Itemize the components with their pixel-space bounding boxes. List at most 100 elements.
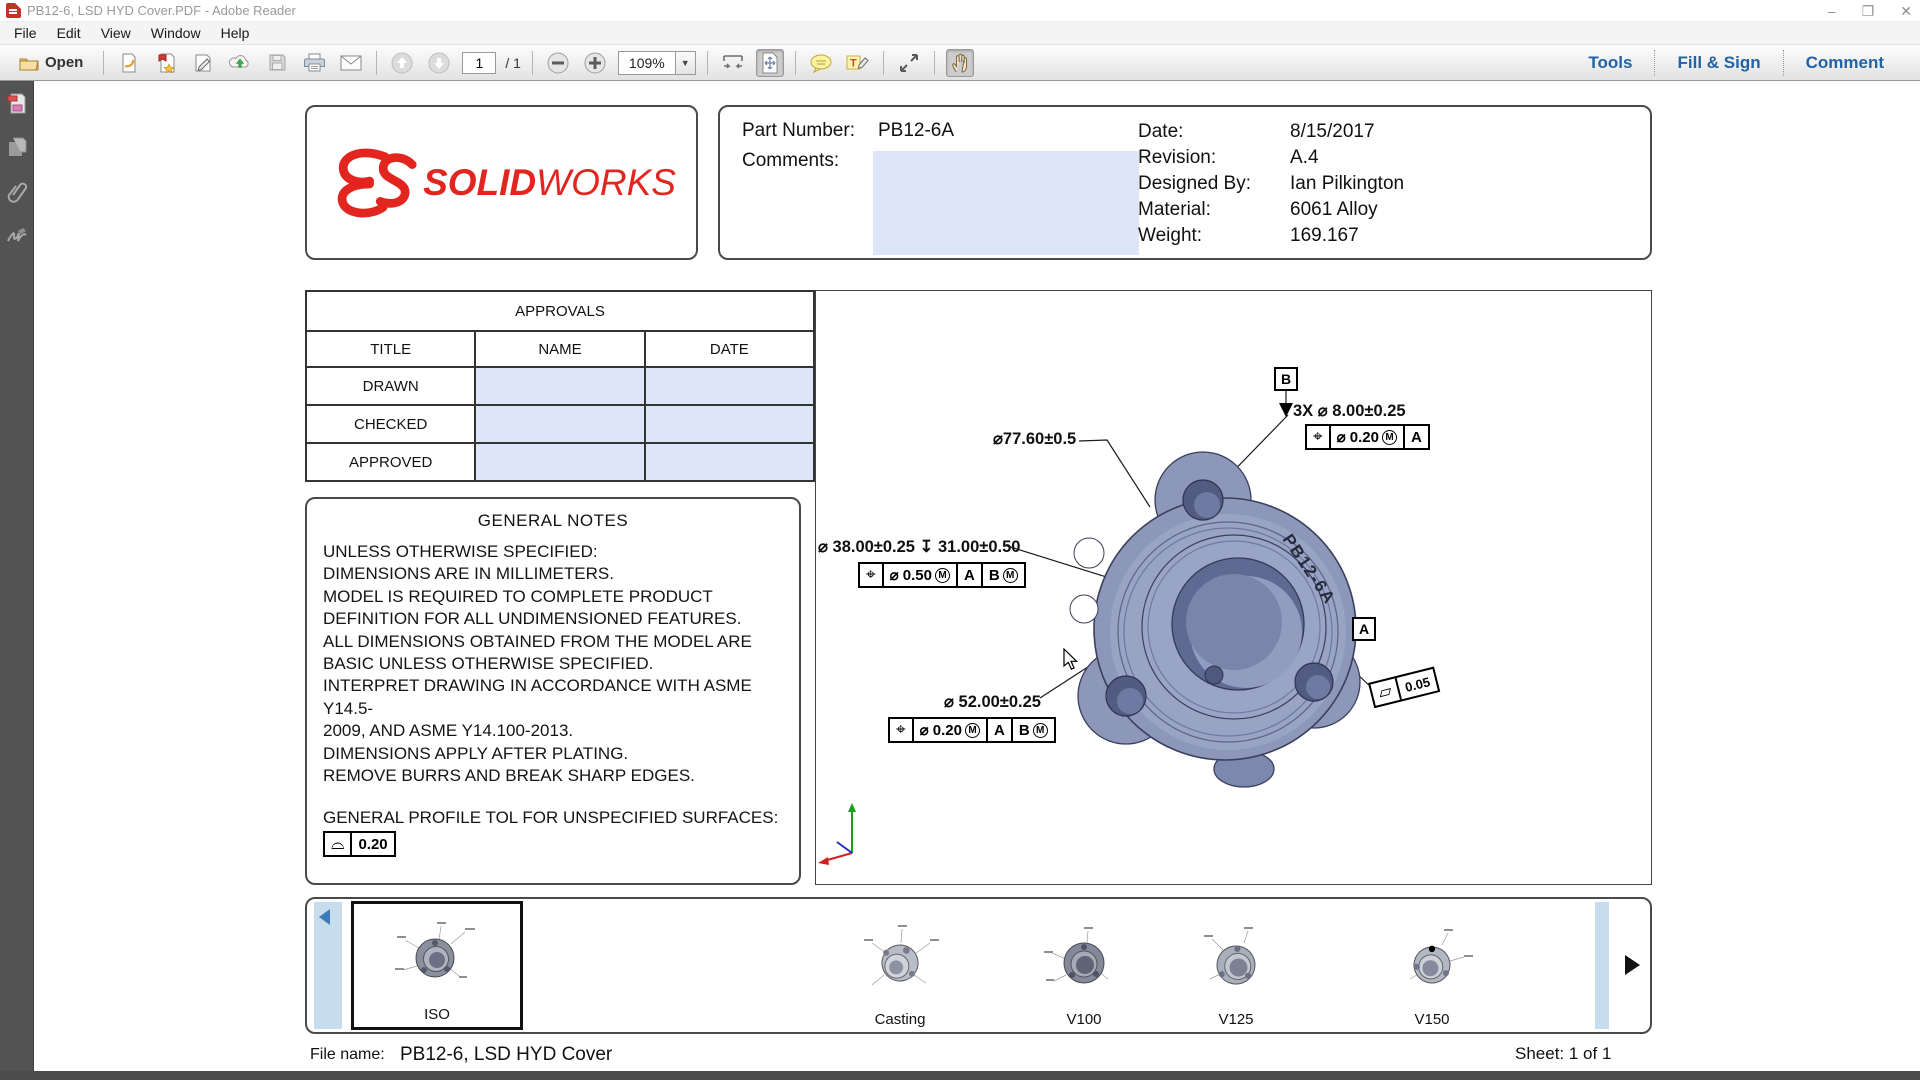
envelope-icon [340,55,362,71]
note-line: REMOVE BURRS AND BREAK SHARP EDGES. [323,765,783,787]
zoom-dropdown-arrow[interactable]: ▼ [675,52,695,74]
window-bottom-edge [0,1071,1920,1080]
part-number-label: Part Number: [742,120,855,142]
comment-panel-button[interactable]: Comment [1784,53,1906,73]
position-icon: ⌖ [890,719,914,741]
fit-width-button[interactable] [719,49,747,77]
solidworks-wordmark: SOLIDWORKS [423,162,676,204]
bookmarks-panel-icon[interactable] [6,93,28,115]
zoom-level-value: 109% [619,55,675,71]
note-line: DEFINITION FOR ALL UNDIMENSIONED FEATURE… [323,608,783,630]
zoom-out-icon [546,51,570,75]
save-button[interactable] [263,49,291,77]
window-title: PB12-6, LSD HYD Cover.PDF - Adobe Reader [27,3,296,18]
drawn-date-field[interactable] [645,367,814,405]
signatures-icon[interactable] [6,225,28,247]
speech-bubble-icon [809,53,833,73]
sign-button[interactable] [189,49,217,77]
open-button[interactable]: Open [10,49,92,77]
attachments-icon[interactable] [6,181,28,203]
bookmark-star-icon [156,53,176,73]
thumbnail-label: ISO [424,1006,450,1023]
sheet-thumbnail-strip: ISO Casting V1 [305,897,1652,1034]
zoom-out-button[interactable] [544,49,572,77]
bookmark-tools-button[interactable] [152,49,180,77]
sheet-number: Sheet: 1 of 1 [1515,1044,1611,1064]
col-name: NAME [475,331,644,367]
drawn-name-field[interactable] [475,367,644,405]
profile-tol-label: GENERAL PROFILE TOL FOR UNSPECIFIED SURF… [323,807,783,829]
mmc-icon: M [1033,723,1048,738]
tools-button[interactable]: Tools [1566,53,1654,73]
upload-cloud-button[interactable] [226,49,254,77]
zoom-level-control[interactable]: 109% ▼ [618,51,696,75]
previous-page-button[interactable] [388,49,416,77]
general-notes-block: GENERAL NOTES UNLESS OTHERWISE SPECIFIED… [305,497,801,885]
fcf-datum-ref: A [1405,426,1428,448]
menu-window[interactable]: Window [141,23,211,43]
close-button[interactable]: ✕ [1900,4,1912,18]
open-label: Open [45,54,83,71]
material-value: 6061 Alloy [1290,199,1404,225]
comment-bubble-button[interactable] [807,49,835,77]
approved-name-field[interactable] [475,443,644,481]
printer-icon [304,53,325,72]
email-button[interactable] [337,49,365,77]
approvals-title: APPROVALS [306,291,814,331]
revision-label: Revision: [1138,147,1290,173]
fcf-datum-ref: A [988,719,1013,741]
checked-name-field[interactable] [475,405,644,443]
note-line: INTERPRET DRAWING IN ACCORDANCE WITH ASM… [323,675,783,720]
thumbnail-label: V150 [1414,1011,1449,1028]
approved-date-field[interactable] [645,443,814,481]
datum-b-anchor-triangle [1279,403,1293,417]
zoom-in-button[interactable] [581,49,609,77]
note-line: ALL DIMENSIONS OBTAINED FROM THE MODEL A… [323,631,783,653]
solidworks-logo-block: SOLIDWORKS [305,105,698,260]
fill-sign-button[interactable]: Fill & Sign [1655,53,1782,73]
date-value: 8/15/2017 [1290,121,1404,147]
pdf-file-icon [6,3,21,18]
thumbnail-v100[interactable]: V100 [1019,903,1149,1032]
row-drawn-label: DRAWN [306,367,475,405]
restore-button[interactable]: ❐ [1862,4,1875,18]
hand-tool-icon [950,52,970,74]
thumbnail-casting[interactable]: Casting [835,903,965,1032]
scroll-left-icon[interactable] [319,909,330,925]
note-line: BASIC UNLESS OTHERWISE SPECIFIED. [323,653,783,675]
menu-edit[interactable]: Edit [47,23,91,43]
menu-file[interactable]: File [4,23,47,43]
menu-help[interactable]: Help [211,23,260,43]
position-icon: ⌖ [1307,426,1331,448]
datum-b-flag: B [1274,367,1298,391]
coordinate-triad [818,803,856,865]
highlight-text-button[interactable]: T [844,49,872,77]
thumbnail-v125[interactable]: V125 [1171,903,1301,1032]
revision-value: A.4 [1290,147,1404,173]
thumbnail-label: V125 [1218,1011,1253,1028]
fullscreen-button[interactable] [895,49,923,77]
minimize-button[interactable]: – [1828,4,1836,18]
row-approved-label: APPROVED [306,443,475,481]
page-thumbnails-icon[interactable] [6,137,28,159]
col-date: DATE [645,331,814,367]
fcf-counterbore: ⌖ ⌀ 0.50M A BM [858,562,1026,588]
scroll-right-icon[interactable] [1625,955,1640,975]
thumbnail-scrollbar-right[interactable] [1595,902,1609,1029]
cloud-upload-icon [229,53,251,73]
designed-by-label: Designed By: [1138,173,1290,199]
share-page-button[interactable] [115,49,143,77]
fit-page-button[interactable] [756,49,784,77]
fcf-bolt-holes: ⌖ ⌀ 0.20M A [1305,424,1430,450]
hand-tool-button[interactable] [946,49,974,77]
next-page-button[interactable] [425,49,453,77]
part-3d-view: PB12-6A [816,291,1653,886]
checked-date-field[interactable] [645,405,814,443]
print-button[interactable] [300,49,328,77]
thumbnail-iso[interactable]: ISO [351,901,523,1030]
thumbnail-v150[interactable]: V150 [1367,903,1497,1032]
title-block-fields: Date:8/15/2017 Revision:A.4 Designed By:… [1138,121,1404,251]
page-number-input[interactable] [462,52,496,74]
comments-form-field[interactable] [873,151,1139,255]
menu-view[interactable]: View [91,23,141,43]
